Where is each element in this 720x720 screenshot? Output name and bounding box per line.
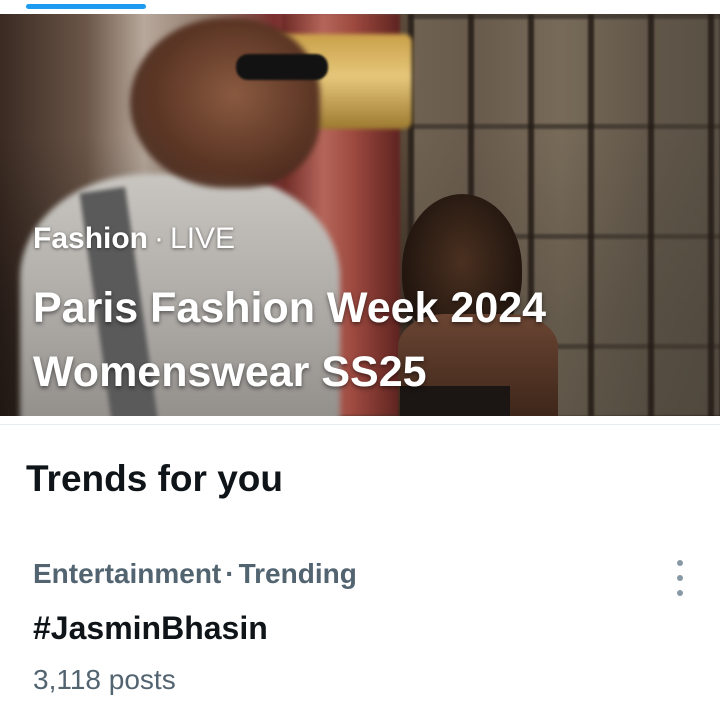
hero-separator: · <box>154 222 165 255</box>
trend-context: Entertainment · Trending <box>33 558 357 590</box>
more-vertical-icon[interactable] <box>668 560 692 596</box>
section-divider <box>0 424 720 425</box>
trend-name: #JasminBhasin <box>33 610 268 646</box>
hero-image-sunglasses <box>236 54 328 80</box>
hero-image-model-left-head <box>130 18 320 188</box>
trend-separator: · <box>225 558 235 589</box>
trend-post-count: 3,118 posts <box>33 664 176 695</box>
hero-title-line-2: Womenswear SS25 <box>33 348 427 396</box>
section-title: Trends for you <box>26 458 283 499</box>
trend-item[interactable]: Entertainment · Trending #JasminBhasin 3,1… <box>0 548 720 720</box>
hero-title-line-1: Paris Fashion Week 2024 <box>33 284 547 332</box>
hero-live-status: LIVE <box>170 222 236 255</box>
trend-status: Trending <box>238 558 357 589</box>
hero-category: Fashion <box>33 222 149 255</box>
hero-category-line: Fashion · LIVE <box>33 222 235 256</box>
hero-title: Paris Fashion Week 2024 Womenswear SS25 <box>33 276 693 404</box>
trend-category: Entertainment <box>33 558 222 589</box>
active-tab-indicator <box>26 4 146 9</box>
featured-event-card[interactable]: Fashion · LIVE Paris Fashion Week 2024 Wom… <box>0 14 720 416</box>
